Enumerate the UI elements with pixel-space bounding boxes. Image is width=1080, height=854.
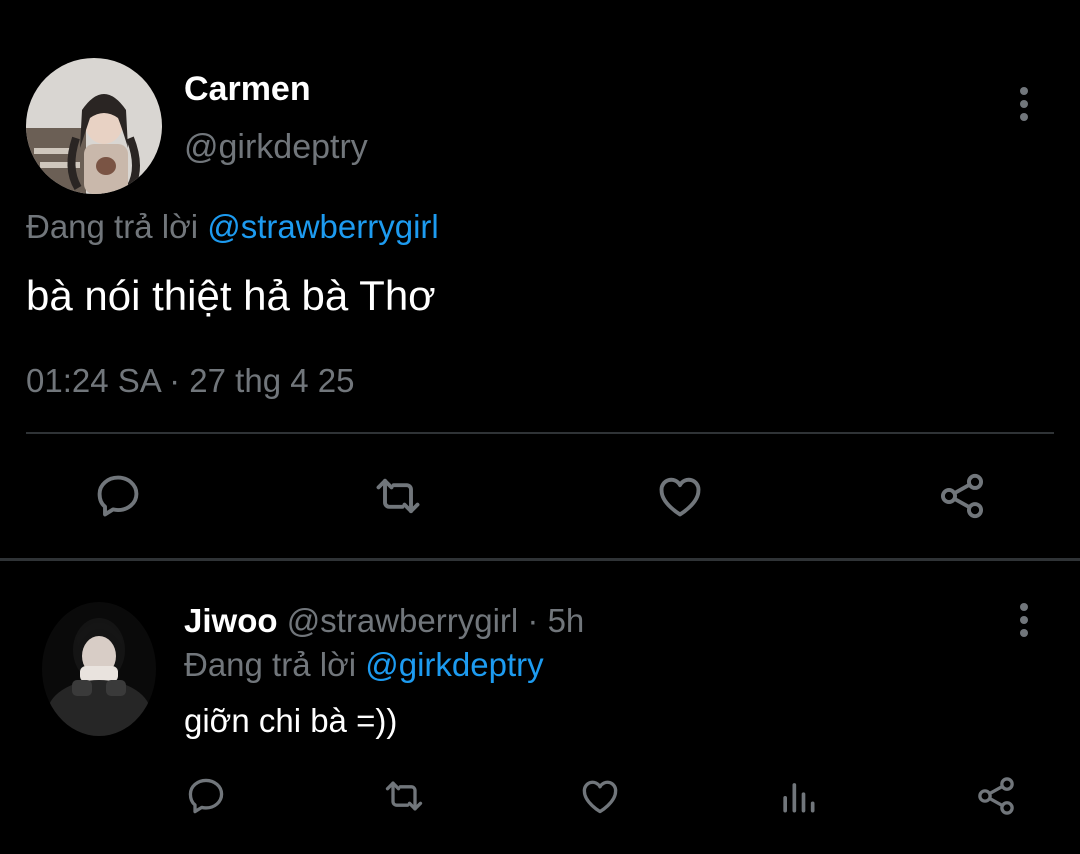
reply-separator: · — [527, 602, 539, 639]
reply-replying-to-handle-link[interactable]: @girkdeptry — [365, 646, 543, 683]
tweet-text: bà nói thiệt hả bà Thơ — [26, 272, 436, 319]
author-handle[interactable]: @girkdeptry — [184, 128, 368, 167]
reply-like-icon[interactable] — [578, 774, 622, 818]
reply-author-handle[interactable]: @strawberrygirl — [287, 602, 519, 639]
reply-age[interactable]: 5h — [548, 602, 585, 639]
reply-icon[interactable] — [92, 470, 144, 522]
replying-to-line: Đang trả lời @strawberrygirl — [26, 208, 439, 246]
reply-text: giỡn chi bà =)) — [184, 702, 398, 739]
reply-replying-prefix: Đang trả lời — [184, 646, 357, 683]
retweet-icon[interactable] — [372, 470, 424, 522]
author-name[interactable]: Carmen — [184, 70, 311, 109]
reply-analytics-icon[interactable] — [776, 774, 820, 818]
more-options-icon[interactable] — [1006, 84, 1042, 124]
tweet-time: 01:24 SA — [26, 362, 160, 399]
divider — [26, 432, 1054, 434]
reply-author-avatar[interactable] — [42, 602, 156, 736]
replying-prefix: Đang trả lời — [26, 208, 199, 245]
reply-author-name[interactable]: Jiwoo — [184, 602, 278, 639]
reply-more-options-icon[interactable] — [1006, 600, 1042, 640]
like-icon[interactable] — [654, 470, 706, 522]
author-avatar[interactable] — [26, 58, 162, 194]
meta-separator: · — [169, 362, 181, 399]
reply-reply-icon[interactable] — [184, 774, 228, 818]
reply-share-icon[interactable] — [974, 774, 1018, 818]
tweet-timestamp[interactable]: 01:24 SA · 27 thg 4 25 — [26, 362, 354, 400]
tweet-date: 27 thg 4 25 — [189, 362, 355, 399]
reply-header: Jiwoo @strawberrygirl · 5h — [184, 602, 584, 640]
reply-retweet-icon[interactable] — [382, 774, 426, 818]
reply-replying-to-line: Đang trả lời @girkdeptry — [184, 646, 544, 684]
share-icon[interactable] — [936, 470, 988, 522]
tweet-separator — [0, 558, 1080, 561]
replying-to-handle-link[interactable]: @strawberrygirl — [207, 208, 439, 245]
